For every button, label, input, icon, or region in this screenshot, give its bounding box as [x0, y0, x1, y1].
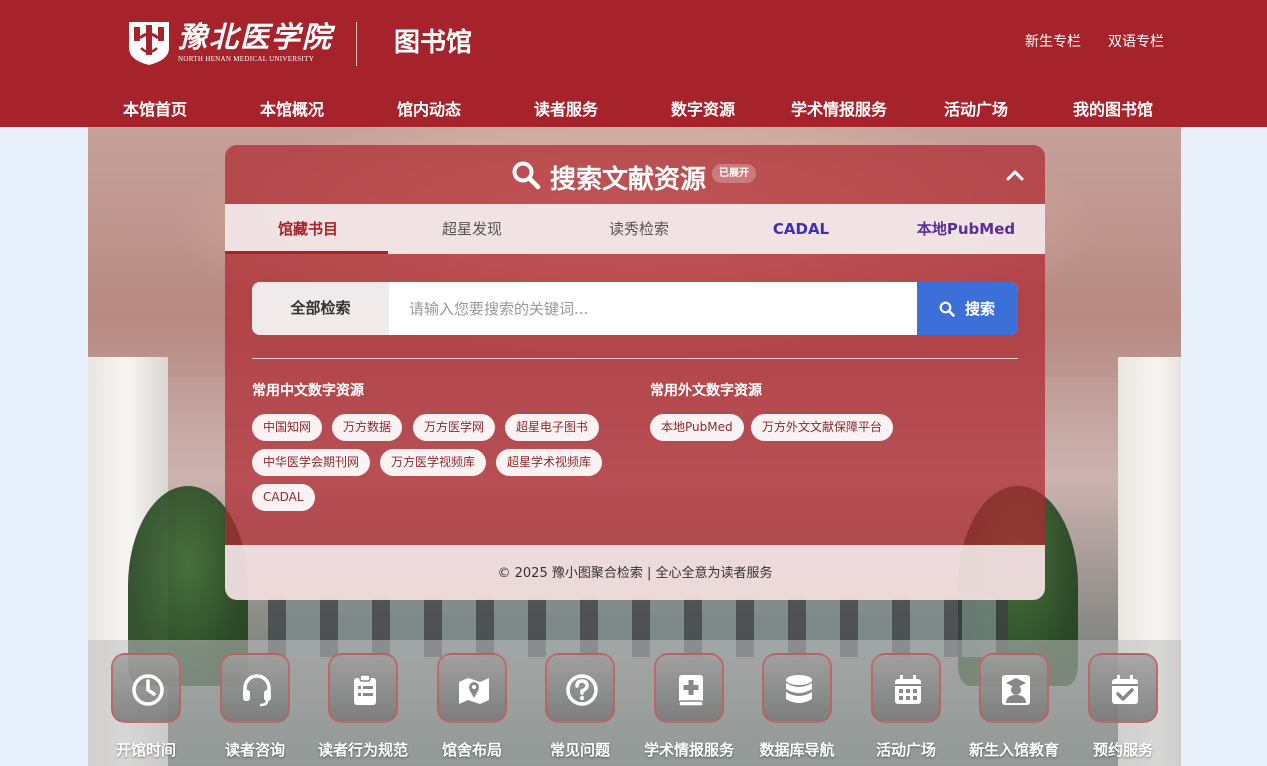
- quick-reservation[interactable]: 预约服务: [1068, 653, 1178, 760]
- quick-floor-plan-box: [437, 653, 507, 723]
- quick-label: 数据库导航: [759, 741, 835, 759]
- tab-pubmed[interactable]: 本地PubMed: [917, 204, 1015, 254]
- header-divider: [356, 22, 357, 66]
- tab-catalog[interactable]: 馆藏书目: [278, 204, 338, 254]
- quick-label: 开馆时间: [115, 741, 176, 759]
- tab-cadal[interactable]: CADAL: [773, 204, 829, 254]
- chinese-resources-title: 常用中文数字资源: [252, 383, 364, 399]
- search-bar: 全部检索 搜索: [252, 282, 1018, 335]
- search-panel-title: 搜索文献资源: [550, 165, 707, 195]
- nav-reader-services[interactable]: 读者服务: [534, 96, 598, 120]
- graduate-icon: [1002, 675, 1030, 705]
- quick-academic-info[interactable]: 学术情报服务: [634, 653, 744, 760]
- nav-academic-info[interactable]: 学术情报服务: [791, 96, 887, 120]
- quick-reader-rules-box: [328, 653, 398, 723]
- quick-label: 预约服务: [1092, 741, 1153, 759]
- chip-wanfang-foreign[interactable]: 万方外文文献保障平台: [751, 414, 894, 441]
- quick-label: 学术情报服务: [643, 741, 734, 759]
- site-header: 豫北医学院 NORTH HENAN MEDICAL UNIVERSITY 图书馆…: [0, 0, 1267, 127]
- map-icon: [459, 678, 489, 704]
- search-tabs: 馆藏书目 超星发现 读秀检索 CADAL 本地PubMed: [225, 204, 1045, 254]
- chip-wanfang[interactable]: 万方数据: [332, 414, 403, 441]
- quick-freshman-education-box: [979, 653, 1049, 723]
- chip-cadal[interactable]: CADAL: [252, 484, 315, 511]
- search-button-label: 搜索: [965, 300, 996, 318]
- quick-database-nav-box: [762, 653, 832, 723]
- quick-reader-consult[interactable]: 读者咨询: [200, 653, 310, 760]
- chip-wanfang-video[interactable]: 万方医学视频库: [380, 449, 487, 476]
- search-icon: [939, 301, 955, 317]
- panel-separator: [252, 358, 1018, 359]
- quick-reservation-box: [1088, 653, 1158, 723]
- school-name: 豫北医学院: [178, 20, 334, 54]
- quick-opening-hours[interactable]: 开馆时间: [91, 653, 201, 760]
- clock-icon: [132, 674, 164, 706]
- quick-services: 开馆时间 读者咨询 读者行为规范 馆舍布局 常见问题 学术情报服务 数据库导航 …: [88, 640, 1181, 766]
- search-panel: 搜索文献资源 已展开 馆藏书目 超星发现 读秀检索 CADAL 本地PubMed…: [225, 145, 1045, 600]
- quick-label: 常见问题: [549, 741, 610, 759]
- quick-reader-consult-box: [220, 653, 290, 723]
- bilingual-column-link[interactable]: 双语专栏: [1108, 31, 1164, 51]
- quick-label: 读者咨询: [224, 741, 285, 759]
- top-links: 新生专栏 双语专栏: [1025, 31, 1164, 51]
- quick-opening-hours-box: [111, 653, 181, 723]
- chip-chaoxing-video[interactable]: 超星学术视频库: [496, 449, 603, 476]
- expanded-badge: 已展开: [712, 164, 756, 183]
- tab-chaoxing[interactable]: 超星发现: [442, 204, 502, 254]
- quick-database-nav[interactable]: 数据库导航: [742, 653, 852, 760]
- calendar-check-icon: [1112, 675, 1138, 704]
- search-icon: [512, 161, 541, 190]
- quick-floor-plan[interactable]: 馆舍布局: [417, 653, 527, 760]
- search-input[interactable]: [389, 282, 917, 335]
- nav-digital-resources[interactable]: 数字资源: [671, 96, 735, 120]
- nav-about[interactable]: 本馆概况: [260, 96, 324, 120]
- nav-home[interactable]: 本馆首页: [123, 96, 187, 120]
- chip-cma-journals[interactable]: 中华医学会期刊网: [252, 449, 371, 476]
- freshman-column-link[interactable]: 新生专栏: [1025, 31, 1081, 51]
- nav-activities[interactable]: 活动广场: [944, 96, 1008, 120]
- quick-label: 新生入馆教育: [968, 741, 1059, 759]
- tab-duxiu[interactable]: 读秀检索: [609, 204, 669, 254]
- clipboard-list-icon: [354, 674, 376, 705]
- school-name-en: NORTH HENAN MEDICAL UNIVERSITY: [178, 55, 315, 63]
- main-nav: 本馆首页 本馆概况 馆内动态 读者服务 数字资源 学术情报服务 活动广场 我的图…: [88, 96, 1188, 122]
- nav-my-library[interactable]: 我的图书馆: [1073, 96, 1153, 120]
- university-logo[interactable]: [127, 18, 171, 66]
- quick-label: 馆舍布局: [441, 741, 502, 759]
- quick-freshman-education[interactable]: 新生入馆教育: [959, 653, 1069, 760]
- calendar-icon: [895, 675, 921, 704]
- quick-faq-box: [545, 653, 615, 723]
- quick-reader-rules[interactable]: 读者行为规范: [308, 653, 418, 760]
- foreign-resources-title: 常用外文数字资源: [650, 383, 762, 399]
- book-medical-icon: [678, 675, 704, 707]
- chip-local-pubmed[interactable]: 本地PubMed: [650, 414, 744, 441]
- search-scope-select[interactable]: 全部检索: [252, 282, 389, 335]
- chip-wanfang-medical[interactable]: 万方医学网: [413, 414, 496, 441]
- quick-activities[interactable]: 活动广场: [851, 653, 961, 760]
- quick-activities-box: [871, 653, 941, 723]
- headset-icon: [243, 674, 271, 707]
- active-tab-underline: [225, 251, 388, 254]
- search-panel-footer: © 2025 豫小图聚合检索 | 全心全意为读者服务: [225, 545, 1045, 600]
- quick-label: 活动广场: [875, 741, 936, 759]
- search-button[interactable]: 搜索: [917, 282, 1018, 335]
- search-panel-header: 搜索文献资源 已展开: [225, 145, 1045, 204]
- site-title: 图书馆: [394, 28, 473, 58]
- question-icon: [566, 674, 598, 706]
- quick-faq[interactable]: 常见问题: [525, 653, 635, 760]
- quick-academic-info-box: [654, 653, 724, 723]
- chip-chaoxing-ebook[interactable]: 超星电子图书: [505, 414, 600, 441]
- chip-cnki[interactable]: 中国知网: [252, 414, 323, 441]
- nav-news[interactable]: 馆内动态: [397, 96, 461, 120]
- database-icon: [786, 675, 812, 703]
- quick-label: 读者行为规范: [317, 741, 408, 759]
- chevron-up-icon[interactable]: [1005, 165, 1025, 185]
